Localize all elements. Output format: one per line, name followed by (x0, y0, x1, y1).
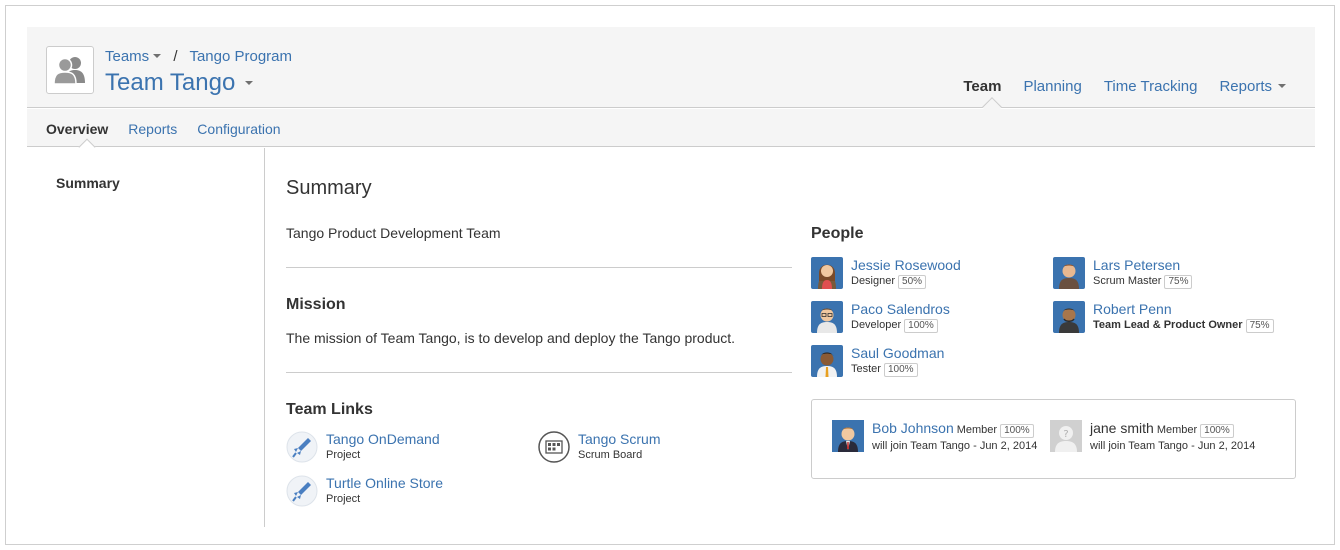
join-date-note: will join Team Tango - Jun 2, 2014 (872, 440, 1038, 452)
tab-reports[interactable]: Reports (1219, 78, 1286, 95)
sidebar-item-summary[interactable]: Summary (56, 175, 120, 191)
upcoming-members-panel: Bob Johnson Member 100% will join Team Tan… (811, 399, 1296, 479)
allocation-badge: 100% (904, 319, 938, 333)
sidebar: Summary (27, 148, 265, 527)
joining-member-jane-smith: ? jane smith Member 100% will join Team Ta… (1050, 420, 1255, 454)
default-avatar-icon: ? (1050, 420, 1082, 452)
person-role: Tester 100% (851, 362, 944, 377)
person-saul-goodman: Saul Goodman Tester 100% (811, 345, 944, 377)
avatar (832, 420, 864, 452)
team-avatar (46, 46, 94, 94)
person-jessie-rosewood: Jessie Rosewood Designer 50% (811, 257, 961, 289)
team-link-type: Project (326, 449, 361, 461)
avatar (811, 257, 843, 289)
team-title[interactable]: Team Tango (105, 69, 254, 97)
screenshot-frame: Teams / Tango Program Team Tango Team Pl… (5, 5, 1335, 545)
member-role: Member (956, 424, 998, 436)
tab-planning[interactable]: Planning (1023, 78, 1081, 95)
person-role: Developer 100% (851, 318, 950, 333)
joiner-header: Bob Johnson Member 100% (872, 420, 1037, 438)
person-name[interactable]: Paco Salendros (851, 301, 950, 317)
rocket-icon (286, 431, 318, 463)
mission-text: The mission of Team Tango, is to develop… (286, 330, 736, 346)
person-name[interactable]: Robert Penn (1093, 301, 1274, 317)
team-link-type: Scrum Board (578, 449, 643, 461)
team-link-tango-ondemand[interactable]: Tango OnDemand Project (286, 431, 440, 463)
person-role: Team Lead & Product Owner 75% (1093, 318, 1274, 333)
divider (286, 372, 792, 373)
breadcrumb-separator: / (173, 48, 178, 65)
mission-heading: Mission (286, 296, 346, 313)
avatar (811, 301, 843, 333)
tab-team[interactable]: Team (963, 78, 1001, 95)
person-role-label: Designer (851, 275, 896, 287)
avatar (811, 345, 843, 377)
team-icon (53, 57, 85, 85)
chevron-down-icon (1278, 84, 1286, 89)
breadcrumb: Teams / Tango Program (105, 48, 292, 65)
allocation-badge: 100% (883, 363, 918, 377)
subnav-reports[interactable]: Reports (128, 121, 177, 137)
subnav-items: Overview Reports Configuration (46, 121, 281, 137)
team-links-heading: Team Links (286, 401, 373, 418)
subnav-overview[interactable]: Overview (46, 121, 108, 137)
team-link-turtle-online-store[interactable]: Turtle Online Store Project (286, 475, 443, 507)
person-name[interactable]: Saul Goodman (851, 345, 944, 361)
person-lars-petersen: Lars Petersen Scrum Master 75% (1053, 257, 1193, 289)
avatar (1053, 257, 1085, 289)
people-heading: People (811, 225, 864, 242)
allocation-badge: 75% (1164, 275, 1193, 289)
tab-reports-label: Reports (1219, 78, 1272, 95)
team-link-name[interactable]: Tango OnDemand (326, 431, 440, 448)
divider (286, 267, 792, 268)
team-title-label: Team Tango (105, 69, 236, 96)
joining-member-bob-johnson: Bob Johnson Member 100% will join Team Tan… (832, 420, 1037, 454)
person-name: jane smith (1090, 420, 1154, 436)
page-title: Summary (286, 177, 372, 199)
avatar (1053, 301, 1085, 333)
member-role: Member (1156, 424, 1198, 436)
breadcrumb-teams[interactable]: Teams (105, 48, 162, 65)
subnav-configuration[interactable]: Configuration (197, 121, 280, 137)
team-link-type: Project (326, 493, 361, 505)
person-name[interactable]: Bob Johnson (872, 420, 954, 436)
person-role: Designer 50% (851, 274, 961, 289)
person-name[interactable]: Jessie Rosewood (851, 257, 961, 273)
team-link-name[interactable]: Turtle Online Store (326, 475, 443, 492)
chevron-down-icon (245, 80, 254, 85)
person-role-label: Team Lead & Product Owner (1093, 319, 1243, 331)
page-header: Teams / Tango Program Team Tango Team Pl… (27, 27, 1315, 108)
person-role-label: Developer (851, 319, 902, 331)
joiner-header: jane smith Member 100% (1090, 420, 1255, 438)
person-name[interactable]: Lars Petersen (1093, 257, 1192, 273)
breadcrumb-teams-label: Teams (105, 48, 150, 65)
join-date-note: will join Team Tango - Jun 2, 2014 (1090, 440, 1256, 452)
tab-time-tracking[interactable]: Time Tracking (1104, 78, 1198, 95)
team-nav: Team Planning Time Tracking Reports (963, 78, 1286, 95)
board-icon (538, 431, 570, 463)
allocation-badge: 50% (898, 275, 927, 289)
svg-text:?: ? (1063, 429, 1068, 440)
rocket-icon (286, 475, 318, 507)
person-role: Scrum Master 75% (1093, 274, 1193, 289)
allocation-badge: 100% (1200, 424, 1234, 438)
allocation-badge: 75% (1245, 319, 1274, 333)
person-paco-salendros: Paco Salendros Developer 100% (811, 301, 950, 333)
allocation-badge: 100% (1000, 424, 1034, 438)
person-robert-penn: Robert Penn Team Lead & Product Owner 75% (1053, 301, 1274, 333)
team-page: Teams / Tango Program Team Tango Team Pl… (27, 27, 1315, 527)
person-role-label: Tester (851, 363, 881, 375)
person-role-label: Scrum Master (1093, 275, 1162, 287)
team-description: Tango Product Development Team (286, 225, 501, 241)
chevron-down-icon (153, 54, 162, 59)
team-link-tango-scrum[interactable]: Tango Scrum Scrum Board (538, 431, 660, 463)
breadcrumb-program[interactable]: Tango Program (189, 48, 292, 65)
team-link-name[interactable]: Tango Scrum (578, 431, 660, 448)
sub-navigation: Overview Reports Configuration (27, 109, 1315, 147)
